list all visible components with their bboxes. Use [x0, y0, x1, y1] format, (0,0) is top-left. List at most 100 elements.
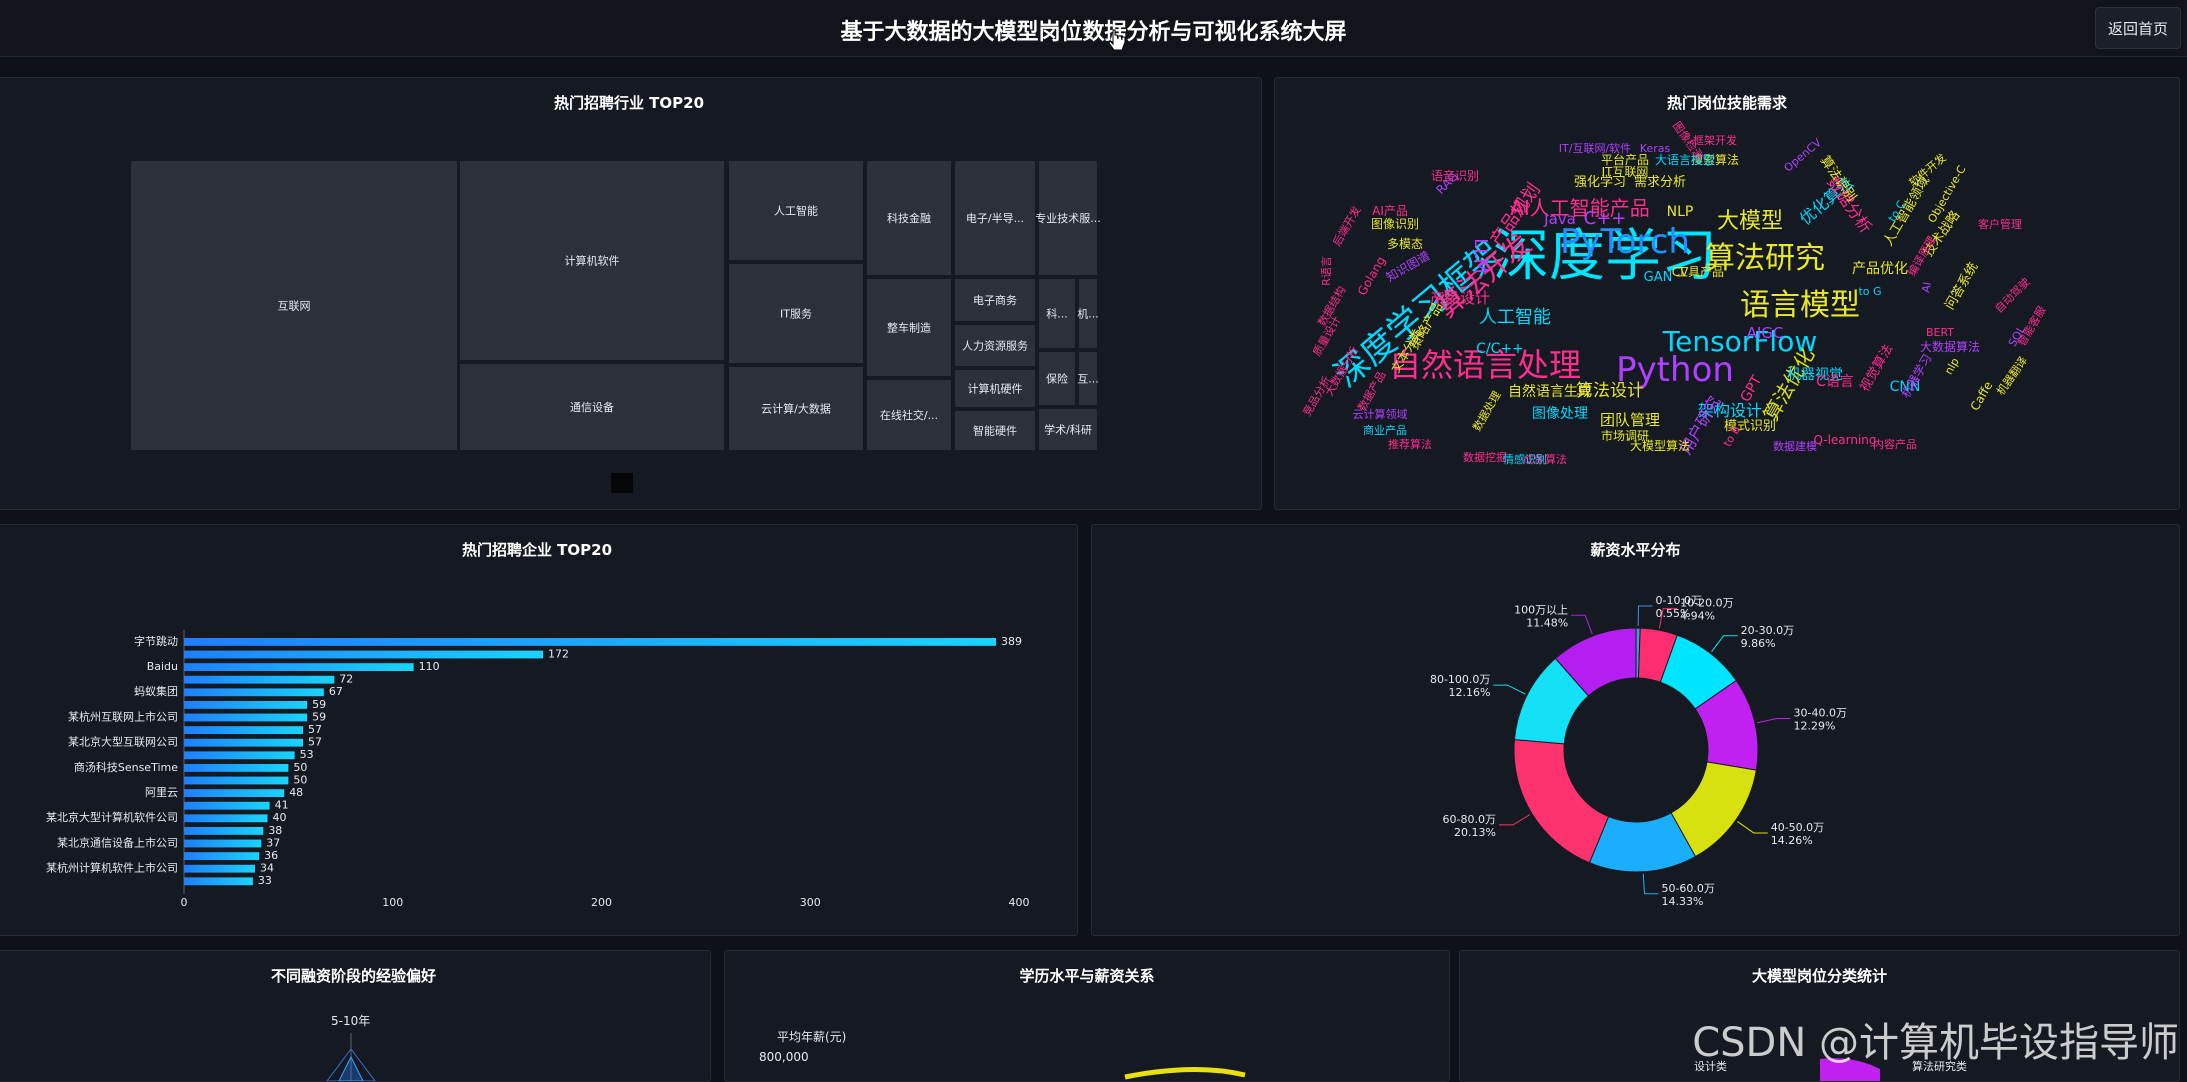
funding-panel: 不同融资阶段的经验偏好 5-10年	[0, 950, 711, 1082]
treemap-cell-label: 专业技术服...	[1035, 211, 1101, 225]
treemap-cell[interactable]: 在线社交/...	[865, 378, 953, 452]
word-cloud-term: AI	[1919, 281, 1934, 294]
bar-category-label: 某杭州计算机软件上市公司	[46, 861, 178, 875]
treemap-cell[interactable]: 计算机软件	[458, 159, 726, 362]
bar-mark[interactable]	[184, 701, 308, 709]
education-chart	[1124, 1067, 1246, 1080]
donut-slice-percent: 12.16%	[1448, 686, 1490, 699]
word-cloud-term: 图像处理	[1532, 406, 1588, 422]
bar-mark[interactable]	[184, 688, 324, 697]
bar-mark[interactable]	[184, 877, 253, 886]
treemap-cell-label: 智能硬件	[973, 424, 1017, 438]
mouse-cursor-icon	[1109, 29, 1126, 51]
donut-slice-percent: 11.48%	[1526, 616, 1568, 629]
treemap-cell-label: 机...	[1077, 307, 1099, 321]
treemap-cell[interactable]: 专业技术服...	[1035, 159, 1101, 277]
treemap-cell-label: 科技金融	[887, 211, 931, 225]
donut-leader-line	[1737, 821, 1768, 834]
word-cloud-term: 内容产品	[1873, 437, 1917, 451]
page-title: 基于大数据的大模型岗位数据分析与可视化系统大屏	[840, 20, 1347, 45]
word-cloud-term: 语音识别	[1431, 168, 1479, 183]
word-cloud-term: 数据建模	[1773, 439, 1817, 453]
bar-mark[interactable]	[184, 751, 295, 760]
donut-slice-percent: 14.33%	[1661, 895, 1703, 908]
bar-value-label: 59	[312, 698, 326, 711]
donut-slice[interactable]	[1513, 739, 1610, 864]
bar-mark[interactable]	[184, 726, 303, 735]
radar-chart	[326, 1033, 376, 1081]
treemap-cell-label: 计算机硬件	[968, 382, 1023, 396]
bar-value-label: 36	[264, 849, 278, 862]
donut-slice-label: 40-50.0万	[1771, 821, 1824, 834]
bar-value-label: 67	[329, 685, 343, 698]
bar-mark[interactable]	[184, 713, 308, 722]
word-cloud-term: 产品优化	[1852, 261, 1908, 277]
bar-mark[interactable]	[184, 864, 255, 873]
treemap-cell[interactable]: 电子/半导...	[953, 159, 1037, 277]
bar-mark[interactable]	[184, 738, 303, 747]
treemap-cell[interactable]: 保险	[1037, 350, 1077, 407]
treemap-cell-label: 人力资源服务	[962, 339, 1028, 353]
treemap-cell[interactable]: 电子商务	[953, 277, 1037, 323]
word-cloud-term: LLM	[1470, 238, 1491, 274]
word-cloud-term: to G	[1858, 285, 1881, 298]
donut-leader-line	[1711, 635, 1738, 652]
bar-mark[interactable]	[184, 675, 335, 684]
treemap-cell[interactable]: 科...	[1037, 277, 1077, 350]
bar-mark[interactable]	[184, 814, 268, 823]
treemap-cell[interactable]: 整车制造	[865, 277, 953, 378]
bar-category-label: 蚂蚁集团	[134, 684, 178, 698]
treemap-cell[interactable]: 学术/科研	[1037, 407, 1099, 452]
donut-leader-line	[1499, 814, 1531, 826]
treemap-cell[interactable]: 计算机硬件	[953, 368, 1037, 409]
industry-panel: 热门招聘行业 TOP20 互联网 计算机软件 通信设备 人工智能 IT服务 云计算/大数据…	[0, 77, 1262, 510]
treemap-cell[interactable]: 互...	[1077, 350, 1099, 407]
word-cloud-term: 知识图谱	[1384, 248, 1433, 284]
treemap-cell-label: 电子商务	[973, 293, 1017, 307]
word-cloud-term: AI产品	[1372, 204, 1408, 218]
bar-mark[interactable]	[184, 650, 544, 659]
word-cloud-term: 自动驾驶	[1992, 275, 2033, 316]
treemap-legend-swatch	[611, 473, 633, 493]
bar-value-label: 33	[258, 874, 272, 887]
treemap-cell[interactable]: 互联网	[129, 159, 459, 452]
treemap-cell[interactable]: 通信设备	[458, 362, 726, 452]
treemap-cell[interactable]: IT服务	[727, 262, 865, 365]
bar-mark[interactable]	[184, 801, 270, 810]
word-cloud-term: NLP	[1667, 204, 1694, 220]
salary-donut-chart: 0-10.0万0.55%10-20.0万4.94%20-30.0万9.86%30…	[1430, 594, 1847, 908]
treemap-cell[interactable]: 科技金融	[865, 159, 953, 277]
treemap-cell[interactable]: 人工智能	[727, 159, 865, 262]
bar-value-label: 59	[312, 710, 326, 723]
bar-category-label: 某北京大型计算机软件公司	[46, 810, 178, 824]
word-cloud-term: 后端开发	[1329, 203, 1363, 248]
bar-mark[interactable]	[184, 764, 289, 772]
word-cloud-term: BERT	[1926, 326, 1954, 339]
bar-mark[interactable]	[184, 663, 414, 672]
bar-mark[interactable]	[184, 776, 289, 785]
bar-mark[interactable]	[184, 789, 285, 798]
word-cloud-term: Keras	[1640, 142, 1671, 155]
word-cloud-term: 数据挖掘	[1463, 450, 1507, 464]
treemap-cell[interactable]: 机...	[1077, 277, 1099, 350]
treemap-cell-label: IT服务	[780, 308, 812, 321]
word-cloud-term: R语言	[1320, 256, 1333, 286]
bar-mark[interactable]	[184, 852, 260, 861]
treemap-cell[interactable]: 智能硬件	[953, 409, 1037, 452]
bar-x-tick-label: 400	[1009, 896, 1030, 909]
treemap-cell-label: 互联网	[278, 300, 311, 313]
bar-mark[interactable]	[184, 827, 264, 835]
back-home-button[interactable]: 返回首页	[2095, 7, 2181, 49]
donut-slice-percent: 9.86%	[1741, 637, 1776, 650]
bar-x-tick-label: 0	[181, 896, 188, 909]
treemap-cell-label: 通信设备	[570, 400, 614, 414]
word-cloud-term: IT互联网	[1602, 165, 1649, 179]
treemap-cell-label: 人工智能	[774, 204, 818, 218]
donut-leader-line	[1756, 718, 1791, 724]
bar-value-label: 50	[293, 773, 307, 786]
bar-mark[interactable]	[184, 839, 262, 848]
bar-mark[interactable]	[184, 638, 997, 646]
treemap-cell[interactable]: 人力资源服务	[953, 323, 1037, 368]
treemap-cell[interactable]: 云计算/大数据	[727, 365, 865, 452]
bar-value-label: 172	[548, 647, 569, 660]
